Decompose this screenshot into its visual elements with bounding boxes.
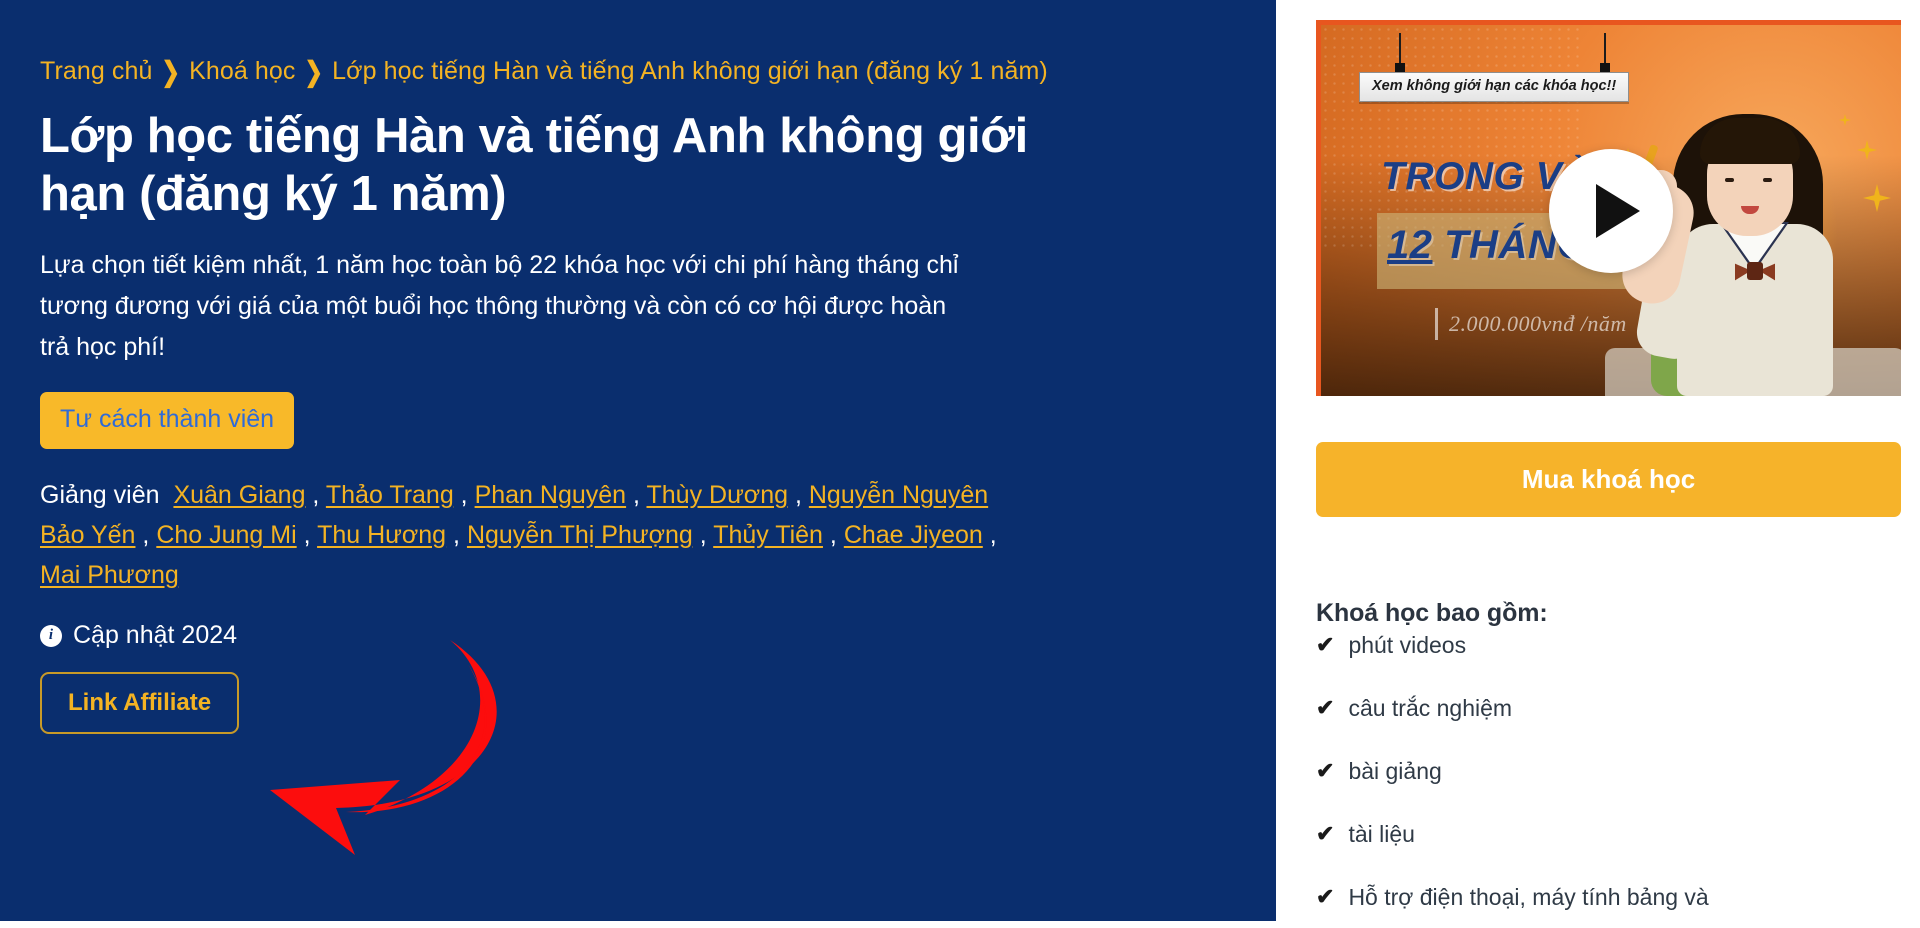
check-icon: ✔ <box>1316 821 1335 846</box>
course-include-label: bài giảng <box>1348 758 1442 784</box>
breadcrumb-item-current: Lớp học tiếng Hàn và tiếng Anh không giớ… <box>332 57 1048 85</box>
instructor-links: Xuân Giang , Thảo Trang , Phan Nguyên , … <box>40 481 997 589</box>
course-include-item: ✔ bài giảng <box>1316 756 1876 786</box>
course-include-label: Hỗ trợ điện thoại, máy tính bảng và <box>1348 884 1709 910</box>
instructor-link[interactable]: Thủy Tiên <box>713 521 823 549</box>
course-include-item: ✔ phút videos <box>1316 630 1876 660</box>
breadcrumb-item-home[interactable]: Trang chủ <box>40 57 153 85</box>
course-hero-panel: Trang chủ ❯ Khoá học ❯ Lớp học tiếng Hàn và … <box>0 0 1276 921</box>
course-include-label: tài liệu <box>1348 821 1415 847</box>
instructor-link[interactable]: Phan Nguyên <box>475 481 627 509</box>
instructor-separator: , <box>453 481 475 509</box>
video-promo-number: 12 <box>1387 223 1433 267</box>
instructor-separator: , <box>135 521 157 549</box>
last-updated-text: Cập nhật 2024 <box>73 621 238 649</box>
info-icon: i <box>40 624 62 647</box>
instructor-label: Giảng viên <box>40 481 160 509</box>
course-include-item: ✔ câu trắc nghiệm <box>1316 693 1876 723</box>
instructor-link[interactable]: Thảo Trang <box>326 481 454 509</box>
course-video-thumbnail[interactable]: Xem không giới hạn các khóa học!! TRONG … <box>1316 20 1901 396</box>
breadcrumb: Trang chủ ❯ Khoá học ❯ Lớp học tiếng Hàn và … <box>40 52 1200 91</box>
play-button-icon[interactable] <box>1549 148 1673 273</box>
check-icon: ✔ <box>1316 632 1335 657</box>
course-purchase-card: Xem không giới hạn các khóa học!! TRONG … <box>1276 0 1920 921</box>
course-includes-list: ✔ phút videos ✔ câu trắc nghiệm ✔ bài giảng ✔ t… <box>1316 630 1876 928</box>
instructor-separator: , <box>982 521 997 549</box>
instructor-separator: , <box>305 481 326 509</box>
instructor-link[interactable]: Chae Jiyeon <box>844 521 983 549</box>
instructor-separator: , <box>788 481 809 509</box>
course-include-item: ✔ Hỗ trợ điện thoại, máy tính bảng và <box>1316 882 1876 912</box>
instructor-link[interactable]: Thùy Dương <box>646 481 788 509</box>
course-include-label: phút videos <box>1348 632 1467 658</box>
instructor-link[interactable]: Cho Jung Mi <box>156 521 296 549</box>
instructor-separator: , <box>296 521 318 549</box>
instructor-separator: , <box>626 481 647 509</box>
page-title: Lớp học tiếng Hàn và tiếng Anh không giớ… <box>40 109 1028 221</box>
link-affiliate-button[interactable]: Link Affiliate <box>40 672 240 734</box>
instructor-list: Giảng viên Xuân Giang , Thảo Trang , Pha… <box>40 475 1000 595</box>
check-icon: ✔ <box>1316 884 1335 909</box>
instructor-link[interactable]: Nguyễn Thị Phượng <box>467 521 693 549</box>
course-include-item: ✔ tài liệu <box>1316 819 1876 849</box>
instructor-link[interactable]: Thu Hương <box>317 521 446 549</box>
check-icon: ✔ <box>1316 695 1335 720</box>
instructor-separator: , <box>822 521 844 549</box>
breadcrumb-item-courses[interactable]: Khoá học <box>189 57 295 85</box>
check-icon: ✔ <box>1316 758 1335 783</box>
breadcrumb-separator-icon: ❯ <box>161 55 181 87</box>
buy-course-button[interactable]: Mua khoá học <box>1316 442 1901 517</box>
instructor-separator: , <box>692 521 714 549</box>
last-updated: i Cập nhật 2024 <box>40 621 1236 650</box>
course-description: Lựa chọn tiết kiệm nhất, 1 năm học toàn … <box>40 251 959 361</box>
membership-badge[interactable]: Tư cách thành viên <box>40 392 295 449</box>
course-include-label: câu trắc nghiệm <box>1348 695 1513 721</box>
instructor-link[interactable]: Mai Phương <box>40 561 179 589</box>
breadcrumb-separator-icon: ❯ <box>304 55 324 87</box>
video-thumbnail-image: Xem không giới hạn các khóa học!! TRONG … <box>1321 25 1901 396</box>
course-includes-title: Khoá học bao gồm: <box>1316 598 1548 627</box>
video-sign-text: Xem không giới hạn các khóa học!! <box>1359 72 1630 102</box>
instructor-separator: , <box>446 521 467 549</box>
page-root: Trang chủ ❯ Khoá học ❯ Lớp học tiếng Hàn và … <box>0 0 1920 928</box>
instructor-link[interactable]: Xuân Giang <box>173 481 305 509</box>
